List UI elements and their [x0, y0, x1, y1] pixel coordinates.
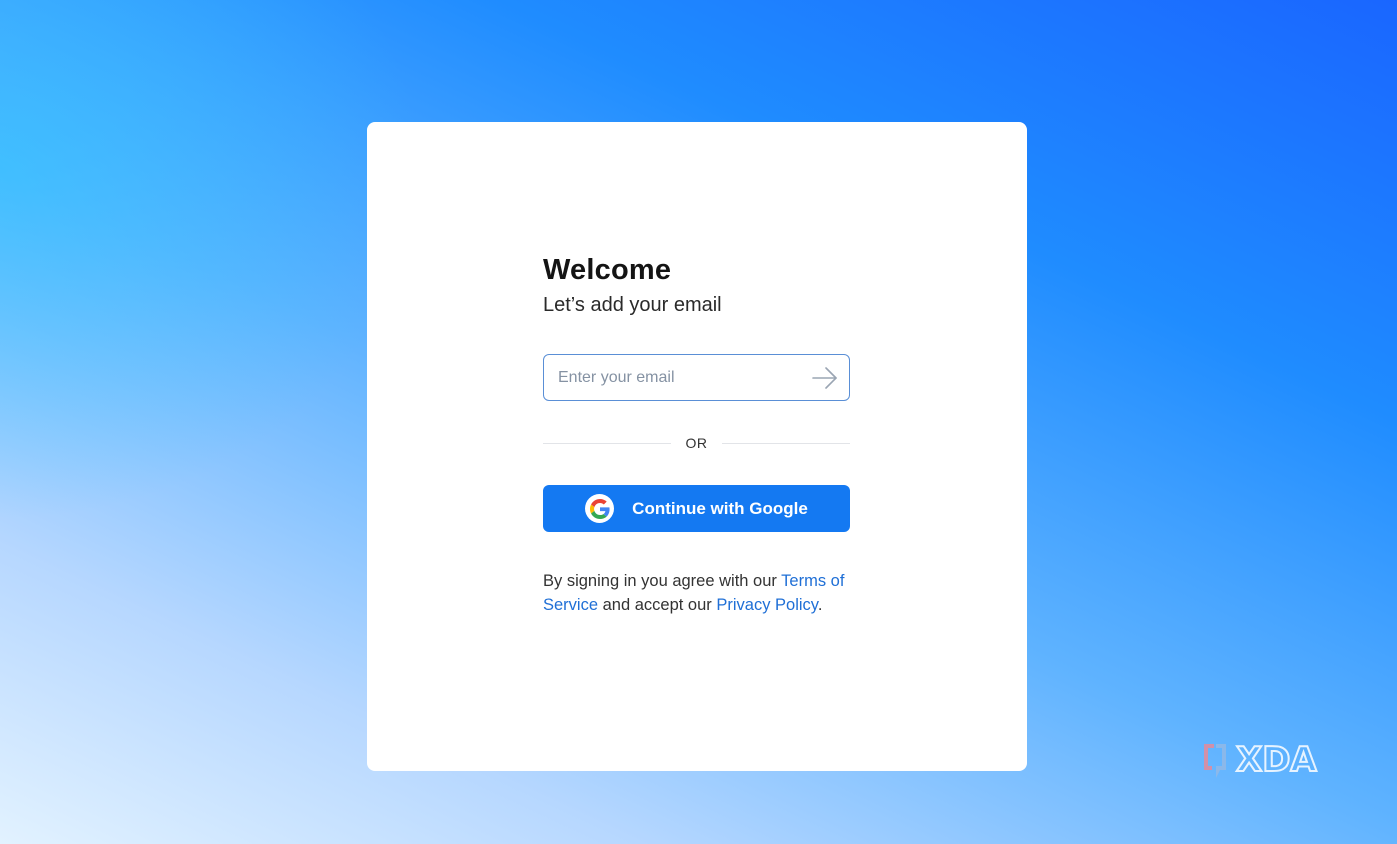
page-subtitle: Let’s add your email: [543, 294, 722, 316]
terms-prefix: By signing in you agree with our: [543, 572, 782, 590]
xda-watermark-logo: XDA: [1200, 738, 1340, 782]
terms-suffix: .: [817, 595, 823, 614]
continue-with-google-button[interactable]: Continue with Google: [543, 485, 850, 532]
xda-bracket-icon: [1204, 744, 1226, 778]
google-button-label: Continue with Google: [632, 498, 808, 518]
login-card: Welcome Let’s add your email OR: [367, 122, 1027, 771]
login-form: Welcome Let’s add your email OR: [543, 250, 850, 617]
privacy-policy-link[interactable]: Privacy Policy: [716, 596, 817, 614]
or-divider: OR: [543, 433, 850, 453]
email-input[interactable]: [544, 355, 794, 400]
xda-watermark-text: XDA: [1236, 740, 1317, 780]
terms-middle: and accept our: [598, 595, 717, 614]
google-icon: [585, 494, 615, 523]
page-title: Welcome: [543, 254, 672, 286]
divider-line-right: [722, 443, 850, 444]
terms-notice: By signing in you agree with our Terms o…: [543, 570, 850, 617]
arrow-right-icon[interactable]: [811, 365, 839, 391]
email-field-container: [543, 354, 850, 401]
